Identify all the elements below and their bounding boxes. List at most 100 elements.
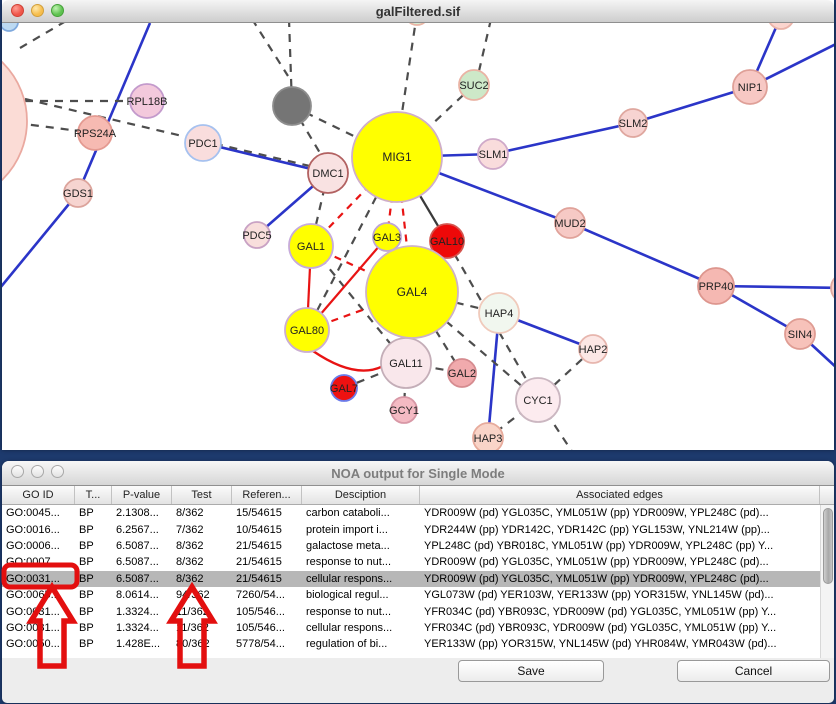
node-label-gal10: GAL10 [430, 236, 464, 248]
cell-go: GO:0007... [2, 556, 75, 568]
cell-t: BP [75, 556, 112, 568]
cell-test: 8/362 [172, 556, 232, 568]
cancel-button[interactable]: Cancel [677, 660, 830, 682]
column-header-p[interactable]: P-value [112, 486, 172, 504]
node-label-hap3: HAP3 [474, 433, 503, 445]
node-label-nip1: NIP1 [738, 82, 762, 94]
node-label-gcy1: GCY1 [389, 405, 419, 417]
node-large-clipped[interactable] [2, 39, 27, 203]
save-button[interactable]: Save [458, 660, 604, 682]
cell-go: GO:0031... [2, 606, 75, 618]
table-row-7[interactable]: GO:0031...BP1.3324...11/362105/546...res… [2, 603, 834, 619]
column-header-t[interactable]: T... [75, 486, 112, 504]
table-row-6[interactable]: GO:0065...BP8.0614...94/3627260/54...bio… [2, 587, 834, 603]
edge-pp[interactable] [570, 223, 716, 286]
cell-p: 6.2567... [112, 524, 172, 536]
cell-desc: cellular respons... [302, 573, 420, 585]
node-label-slm1: SLM1 [479, 149, 508, 161]
cell-t: BP [75, 540, 112, 552]
cell-t: BP [75, 622, 112, 634]
network-canvas[interactable]: RPL18BRPS24AGDS1PDC1PDC5DMC1MIG1SUC2SLM1… [2, 23, 834, 450]
node-label-gal1: GAL1 [297, 241, 325, 253]
table-row-9[interactable]: GO:0050...BP1.428E...80/3625778/54...reg… [2, 636, 834, 652]
minimize-button[interactable] [31, 4, 44, 17]
node-label-rps24a: RPS24A [74, 128, 117, 140]
node-label-gal2: GAL2 [448, 368, 476, 380]
window-controls [11, 4, 64, 17]
cell-p: 1.428E... [112, 638, 172, 650]
node-label-gal11: GAL11 [389, 358, 422, 370]
node-label-mig1: MIG1 [382, 150, 412, 164]
cell-edges: YDR244W (pp) YDR142C, YDR142C (pp) YGL15… [420, 524, 820, 536]
cell-t: BP [75, 606, 112, 618]
node-corner-clipped[interactable] [2, 23, 18, 31]
edge-pp[interactable] [2, 193, 78, 288]
table-row-3[interactable]: GO:0006...BP6.5087...8/36221/54615galact… [2, 538, 834, 554]
cell-edges: YGL073W (pd) YER103W, YER133W (pp) YOR31… [420, 589, 820, 601]
cell-go: GO:0016... [2, 524, 75, 536]
cell-test: 7/362 [172, 524, 232, 536]
table-row-1[interactable]: GO:0045...BP2.1308...8/36215/54615carbon… [2, 505, 834, 521]
column-header-ref[interactable]: Referen... [232, 486, 302, 504]
edge-pd[interactable] [479, 23, 491, 71]
node-label-pdc1: PDC1 [188, 138, 217, 150]
cell-t: BP [75, 507, 112, 519]
cell-p: 6.5087... [112, 556, 172, 568]
cell-go: GO:0045... [2, 507, 75, 519]
noa-window-titlebar[interactable]: NOA output for Single Mode [2, 461, 834, 486]
close-button[interactable] [11, 465, 24, 478]
cell-desc: biological regul... [302, 589, 420, 601]
cell-test: 11/362 [172, 622, 232, 634]
edge-pd[interactable] [20, 23, 66, 48]
zoom-button[interactable] [51, 465, 64, 478]
desktop: { "graph_window": { "title": "galFiltere… [0, 0, 836, 704]
edge-gal80-gal11-arc[interactable] [313, 351, 385, 371]
cell-go: GO:0065... [2, 589, 75, 601]
vertical-scrollbar[interactable] [820, 505, 834, 658]
table-body: GO:0045...BP2.1308...8/36215/54615carbon… [2, 505, 834, 658]
edge-pd[interactable] [25, 99, 314, 167]
edge-pd[interactable] [252, 23, 288, 76]
edge-pp[interactable] [633, 87, 750, 123]
table-row-5[interactable]: GO:0031...BP6.5087...8/36221/54615cellul… [2, 571, 834, 587]
edge-pd[interactable] [400, 23, 417, 126]
cell-t: BP [75, 573, 112, 585]
cell-edges: YDR009W (pd) YGL035C, YML051W (pp) YDR00… [420, 556, 820, 568]
cell-edges: YPL248C (pd) YBR018C, YML051W (pp) YDR00… [420, 540, 820, 552]
graph-window-title: galFiltered.sif [376, 4, 461, 19]
table-row-4[interactable]: GO:0007...BP6.5087...8/36221/54615respon… [2, 554, 834, 570]
node-top-center-clipped[interactable] [405, 23, 429, 25]
graph-svg: RPL18BRPS24AGDS1PDC1PDC5DMC1MIG1SUC2SLM1… [2, 23, 834, 450]
edge-pp[interactable] [493, 123, 633, 154]
noa-window-title: NOA output for Single Mode [331, 466, 505, 481]
table-header[interactable]: GO IDT...P-valueTestReferen...Desciption… [2, 486, 834, 505]
cell-t: BP [75, 589, 112, 601]
cell-test: 8/362 [172, 507, 232, 519]
column-header-go[interactable]: GO ID [2, 486, 75, 504]
zoom-button[interactable] [51, 4, 64, 17]
cell-desc: galactose meta... [302, 540, 420, 552]
cell-desc: regulation of bi... [302, 638, 420, 650]
node-top-right-clipped[interactable] [768, 23, 794, 29]
table-row-2[interactable]: GO:0016...BP6.2567...7/36210/54615protei… [2, 521, 834, 537]
button-bar: Save Cancel [2, 658, 834, 703]
node-label-gds1: GDS1 [63, 188, 93, 200]
cell-ref: 15/54615 [232, 507, 302, 519]
node-label-mud2: MUD2 [554, 218, 585, 230]
cell-go: GO:0031... [2, 573, 75, 585]
cell-test: 8/362 [172, 573, 232, 585]
cell-test: 80/362 [172, 638, 232, 650]
window-controls-inactive [11, 465, 64, 478]
cell-t: BP [75, 638, 112, 650]
node-label-hap2: HAP2 [579, 344, 608, 356]
table-row-8[interactable]: GO:0031...BP1.3324...11/362105/546...cel… [2, 620, 834, 636]
column-header-desc[interactable]: Desciption [302, 486, 420, 504]
node-gray[interactable] [273, 87, 311, 125]
cell-edges: YER133W (pp) YOR315W, YNL145W (pd) YHR08… [420, 638, 820, 650]
minimize-button[interactable] [31, 465, 44, 478]
column-header-edges[interactable]: Associated edges [420, 486, 820, 504]
column-header-test[interactable]: Test [172, 486, 232, 504]
scrollbar-thumb[interactable] [823, 508, 833, 584]
close-button[interactable] [11, 4, 24, 17]
graph-window-titlebar[interactable]: galFiltered.sif [2, 0, 834, 23]
